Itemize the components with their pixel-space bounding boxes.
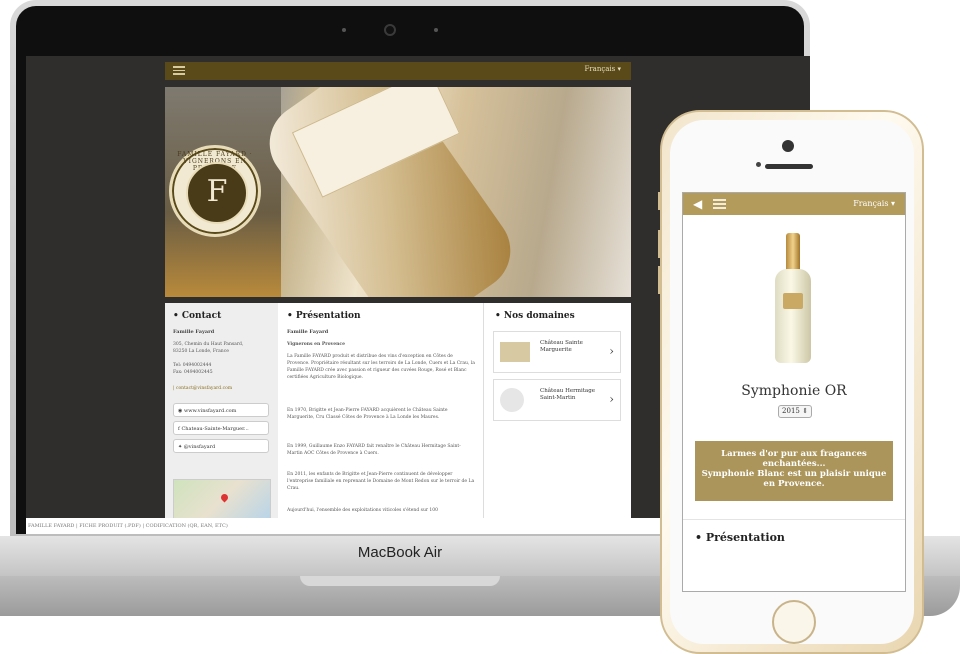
earpiece-speaker — [765, 164, 813, 169]
contact-email-link[interactable]: | contact@vinsfayard.com — [173, 385, 232, 392]
domaine-item[interactable]: Château Sainte Marguerite › — [493, 331, 621, 373]
bottle-body — [775, 269, 811, 363]
contact-heading: • Contact — [173, 311, 222, 321]
facebook-link[interactable]: f Chateau-Sainte-Marguer... — [173, 421, 269, 435]
map-pin-icon — [219, 492, 230, 503]
chevron-right-icon: › — [609, 392, 614, 406]
laptop-brand: MacBook Air — [357, 544, 443, 561]
vintage-select[interactable]: 2015 ⇕ — [778, 405, 812, 418]
presentation-paragraph: En 1999, Guillaume Enzo FAYARD fait rena… — [287, 444, 461, 456]
domaine-name: Château Sainte Marguerite — [540, 340, 583, 353]
presentation-heading: • Présentation — [287, 311, 361, 321]
presentation-paragraph: Aujourd'hui, l'ensemble des exploitation… — [287, 508, 439, 513]
contact-address2: 83250 La Londe, France — [173, 349, 229, 354]
twitter-label: @vinsfayard — [183, 444, 216, 450]
bezel-dot — [342, 28, 346, 32]
divider — [683, 519, 905, 520]
webcam — [384, 24, 396, 36]
menu-icon[interactable] — [713, 199, 726, 209]
product-title: Symphonie OR — [741, 383, 847, 399]
chevron-right-icon: › — [609, 344, 614, 358]
presentation-paragraph: En 2011, les enfants de Brigitte et Jean… — [287, 472, 475, 491]
bezel-dot — [434, 28, 438, 32]
bottle-neck — [786, 233, 800, 271]
twitter-link[interactable]: ✦ @vinsfayard — [173, 439, 269, 453]
phone-face: ◀ Français ▾ Symphonie OR 2015 ⇕ Larmes … — [670, 120, 914, 644]
presentation-column: • Présentation Famille Fayard Vignerons … — [281, 303, 484, 533]
bottle-label — [783, 293, 803, 309]
front-camera — [782, 140, 794, 152]
contact-fax: Fax: 0494002445 — [173, 370, 213, 375]
menu-icon[interactable] — [173, 66, 185, 75]
back-arrow-icon[interactable]: ◀ — [693, 197, 702, 211]
phone-mute-switch — [658, 192, 661, 210]
facebook-label: Chateau-Sainte-Marguer... — [181, 426, 249, 432]
presentation-heading: • Présentation — [695, 531, 785, 544]
banner-line: Larmes d'or pur aux fragances enchantées… — [721, 449, 867, 469]
language-selector[interactable]: Français ▾ — [584, 65, 621, 73]
domaines-column: • Nos domaines Château Sainte Marguerite… — [487, 303, 631, 533]
product-banner: Larmes d'or pur aux fragances enchantées… — [695, 441, 893, 501]
language-selector[interactable]: Français ▾ — [853, 199, 895, 208]
presentation-subtitle: Famille Fayard — [287, 329, 329, 335]
domaines-heading: • Nos domaines — [495, 311, 575, 321]
proximity-sensor — [756, 162, 761, 167]
presentation-paragraph: En 1970, Brigitte et Jean-Pierre FAYARD … — [287, 408, 448, 420]
contact-address1: 305, Chemin du Haut Pansard, — [173, 342, 244, 347]
seal-letter: F — [206, 174, 228, 209]
mobile-topbar: ◀ Français ▾ — [683, 193, 905, 215]
location-map[interactable] — [173, 479, 271, 521]
phone-volume-down — [658, 266, 661, 294]
site-content: • Contact Famille Fayard 305, Chemin du … — [165, 303, 631, 533]
banner-line: Symphonie Blanc est un plaisir unique en… — [701, 469, 887, 489]
laptop-notch — [300, 576, 500, 586]
website-link[interactable]: ◉ www.vinsfayard.com — [173, 403, 269, 417]
home-button[interactable] — [772, 600, 816, 644]
phone-screen: ◀ Français ▾ Symphonie OR 2015 ⇕ Larmes … — [682, 192, 906, 592]
phone-volume-up — [658, 230, 661, 258]
famille-fayard-seal: FAMILLE FAYARD · VIGNERONS EN PROVENCE F — [169, 145, 261, 237]
presentation-paragraph: La Famille FAYARD produit et distribue d… — [287, 354, 475, 380]
domaine-name: Château Hermitage Saint-Martin — [540, 388, 595, 401]
domaine-logo — [500, 342, 530, 362]
site-topbar: Français ▾ — [165, 62, 631, 80]
contact-tel: Tel: 0494002444 — [173, 363, 212, 368]
phone: ◀ Français ▾ Symphonie OR 2015 ⇕ Larmes … — [658, 110, 924, 654]
seal-center: F — [186, 162, 248, 224]
contact-column: • Contact Famille Fayard 305, Chemin du … — [165, 303, 278, 533]
presentation-tagline: Vignerons en Provence — [287, 342, 345, 347]
domaine-item[interactable]: Château Hermitage Saint-Martin › — [493, 379, 621, 421]
website-label: www.vinsfayard.com — [183, 408, 237, 414]
hero-image: FAMILLE FAYARD · VIGNERONS EN PROVENCE F — [165, 87, 631, 297]
contact-name: Famille Fayard — [173, 329, 215, 335]
wine-bottle-image — [775, 233, 811, 363]
domaine-logo — [500, 388, 524, 412]
